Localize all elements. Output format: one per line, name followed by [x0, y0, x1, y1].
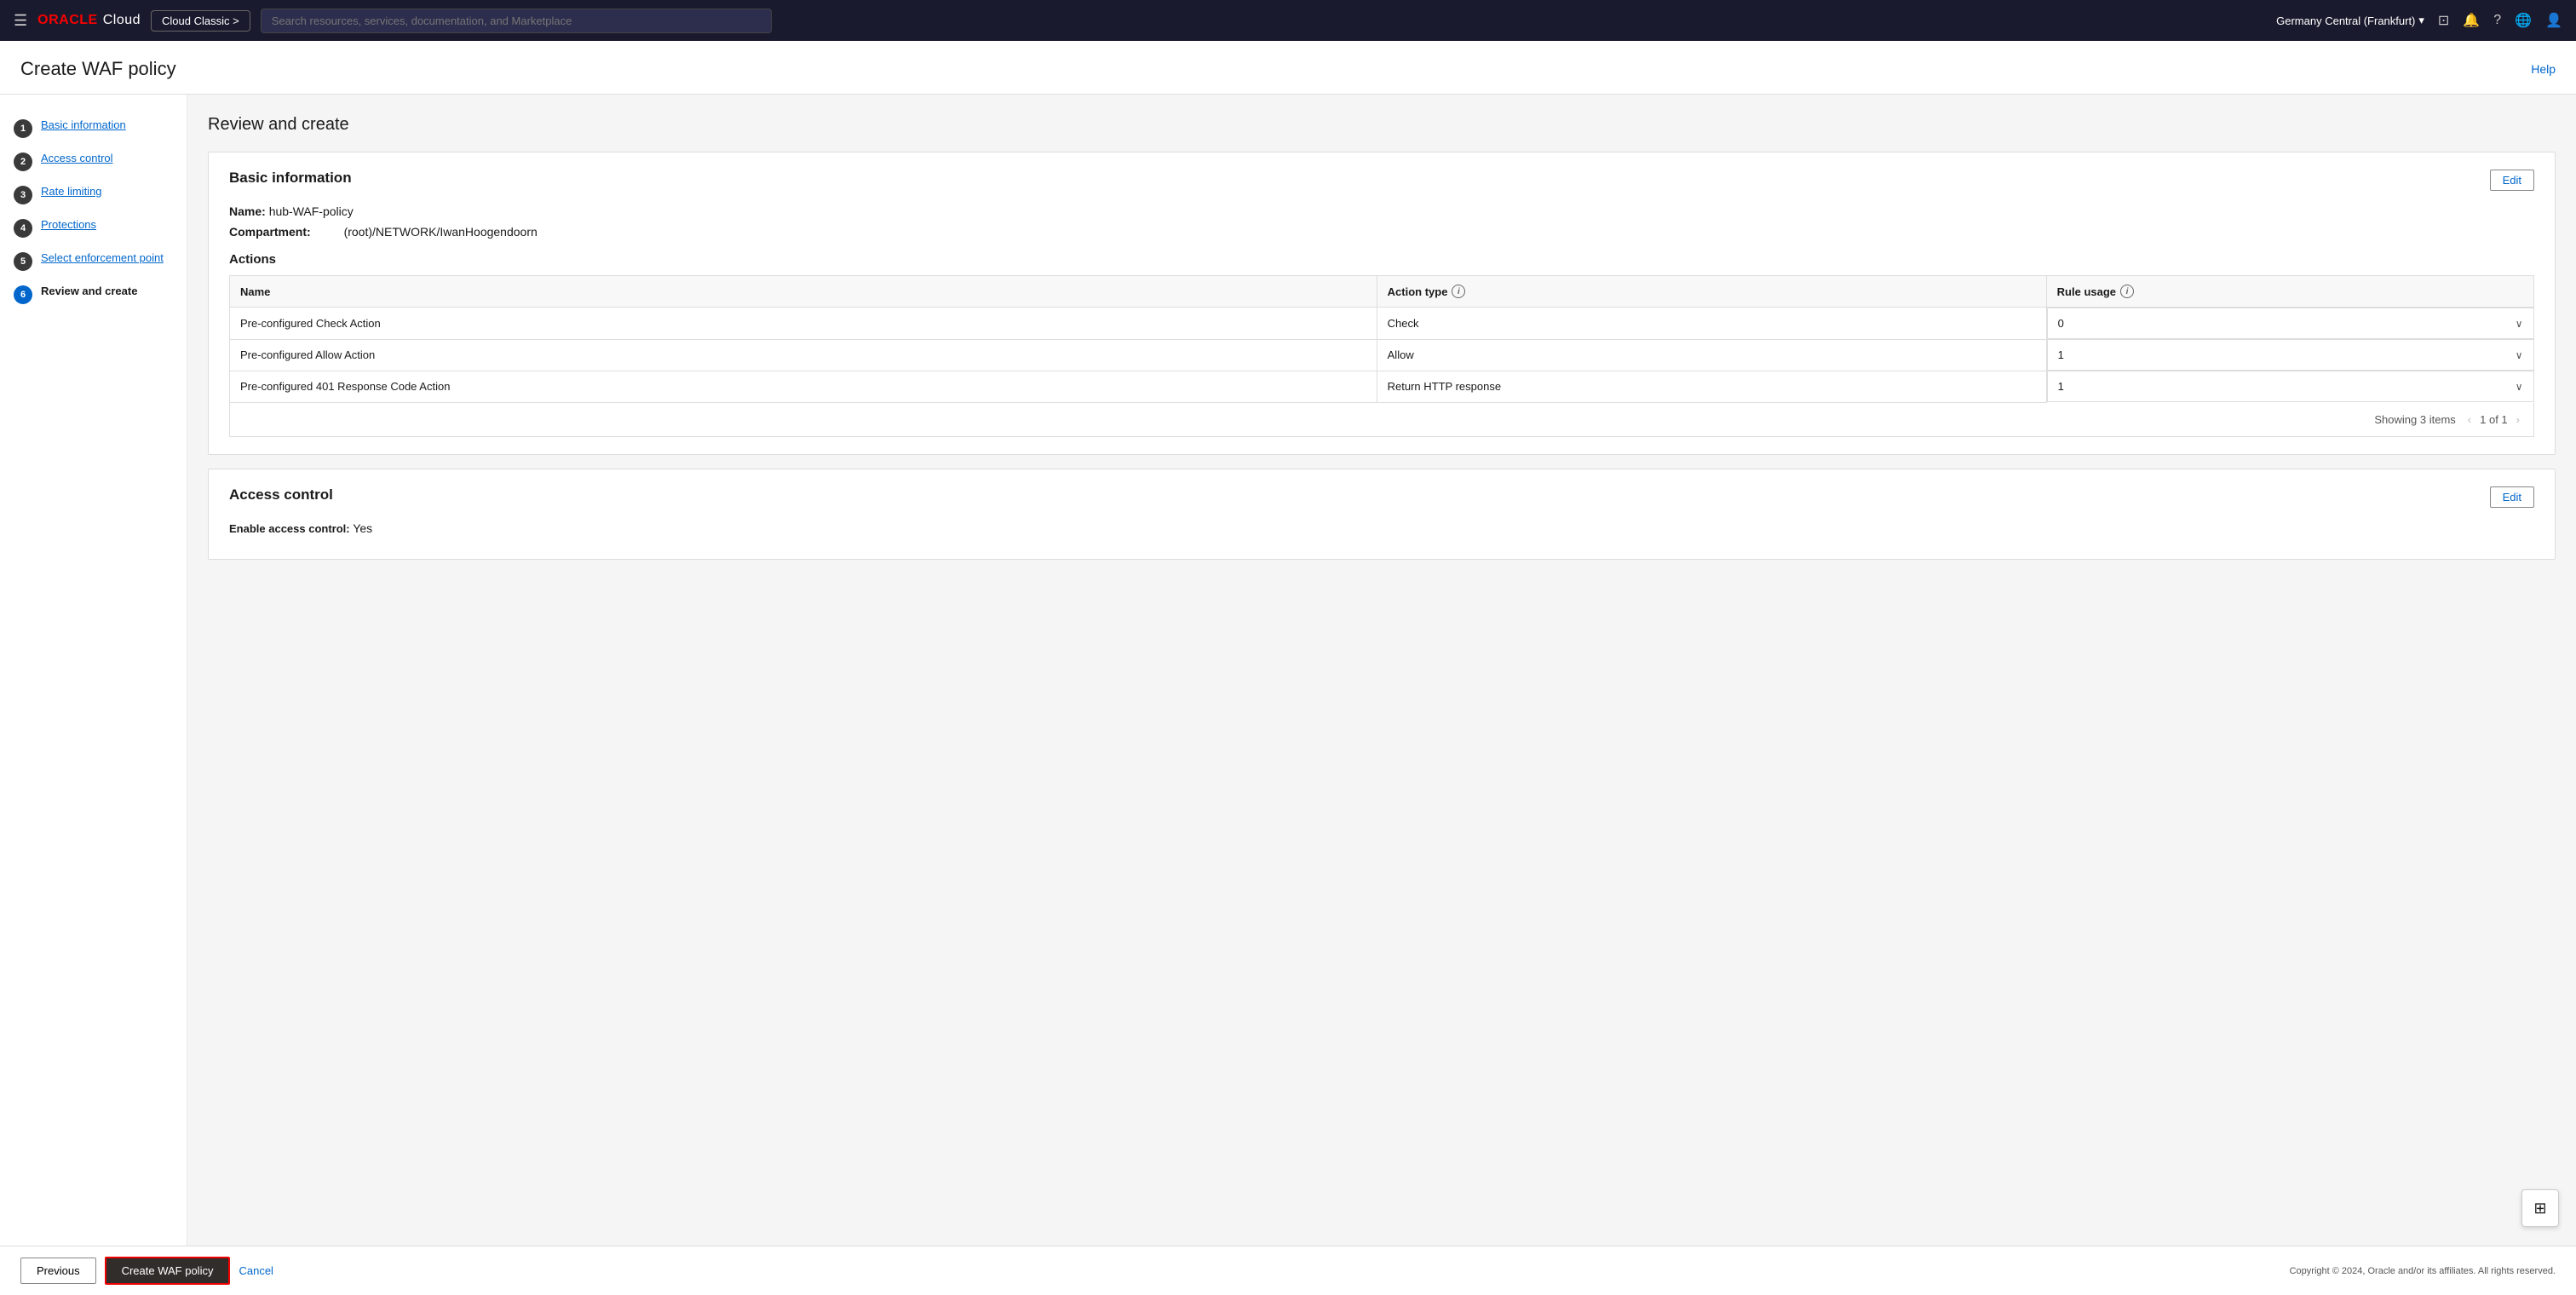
oracle-brand-text: ORACLE [37, 13, 98, 28]
row3-name: Pre-configured 401 Response Code Action [230, 371, 1377, 402]
sidebar-label-review-and-create: Review and create [41, 285, 137, 297]
step-badge-3: 3 [14, 186, 32, 204]
compartment-row: Compartment: (root)/NETWORK/IwanHoogendo… [229, 225, 2534, 239]
name-value: hub-WAF-policy [269, 204, 354, 218]
sidebar-item-review-and-create[interactable]: 6 Review and create [0, 278, 187, 311]
basic-info-edit-button[interactable]: Edit [2490, 170, 2534, 191]
copyright-text: Copyright © 2024, Oracle and/or its affi… [2290, 1266, 2556, 1276]
row3-expand-icon[interactable]: ∨ [2516, 381, 2523, 393]
profile-icon[interactable]: 👤 [2545, 12, 2562, 29]
access-control-card-title: Access control [229, 486, 333, 504]
search-input[interactable] [261, 9, 772, 33]
access-control-card-header: Access control Edit [229, 486, 2534, 508]
row2-action-type: Allow [1377, 339, 2046, 371]
step-badge-5: 5 [14, 252, 32, 271]
cloud-text: Cloud [103, 13, 141, 28]
row2-expand-icon[interactable]: ∨ [2516, 349, 2523, 361]
name-row: Name: hub-WAF-policy [229, 204, 2534, 218]
enable-access-control-label: Enable access control: [229, 522, 350, 535]
row3-rule-usage: 1 ∨ [2047, 371, 2534, 402]
showing-items-text: Showing 3 items [2374, 413, 2455, 426]
col-action-type-label: Action type [1388, 285, 1448, 298]
help-widget[interactable]: ⊞ [2521, 1189, 2559, 1227]
page-header: Create WAF policy Help [0, 41, 2576, 95]
action-type-info-icon[interactable]: i [1452, 285, 1465, 298]
language-icon[interactable]: 🌐 [2515, 12, 2532, 29]
nav-right: Germany Central (Frankfurt) ▾ ⊡ 🔔 ? 🌐 👤 [2276, 12, 2562, 29]
help-widget-icon: ⊞ [2533, 1200, 2546, 1217]
cloud-classic-button[interactable]: Cloud Classic > [151, 10, 250, 32]
sidebar-item-access-control[interactable]: 2 Access control [0, 145, 187, 178]
hamburger-menu-icon[interactable]: ☰ [14, 12, 27, 30]
sidebar-label-select-enforcement-point: Select enforcement point [41, 251, 164, 264]
actions-subtitle: Actions [229, 252, 2534, 267]
step-badge-1: 1 [14, 119, 32, 138]
next-page-icon[interactable]: › [2513, 412, 2523, 428]
bottom-bar-actions: Previous Create WAF policy Cancel [20, 1257, 273, 1285]
cancel-button[interactable]: Cancel [239, 1264, 273, 1277]
prev-page-icon[interactable]: ‹ [2464, 412, 2475, 428]
row1-action-type: Check [1377, 308, 2046, 340]
top-navigation: ☰ ORACLE Cloud Cloud Classic > Germany C… [0, 0, 2576, 41]
previous-button[interactable]: Previous [20, 1258, 96, 1284]
sidebar-item-select-enforcement-point[interactable]: 5 Select enforcement point [0, 245, 187, 278]
section-heading: Review and create [208, 115, 2556, 135]
col-header-action-type: Action type i [1377, 276, 2046, 308]
row1-expand-icon[interactable]: ∨ [2516, 318, 2523, 330]
create-waf-policy-button[interactable]: Create WAF policy [105, 1257, 231, 1285]
row1-rule-usage: 0 ∨ [2047, 308, 2534, 339]
content-area: Review and create Basic information Edit… [187, 95, 2576, 1287]
chevron-down-icon: ▾ [2418, 14, 2424, 27]
sidebar-label-access-control: Access control [41, 152, 113, 164]
sidebar-item-rate-limiting[interactable]: 3 Rate limiting [0, 178, 187, 211]
bottom-bar: Previous Create WAF policy Cancel Copyri… [0, 1246, 2576, 1295]
basic-info-card-title: Basic information [229, 170, 352, 187]
sidebar-label-basic-information: Basic information [41, 118, 126, 131]
enable-access-control-row: Enable access control: Yes [229, 521, 2534, 535]
table-footer: Showing 3 items ‹ 1 of 1 › [229, 403, 2534, 437]
sidebar-label-protections: Protections [41, 218, 96, 231]
sidebar-item-basic-information[interactable]: 1 Basic information [0, 112, 187, 145]
access-control-card: Access control Edit Enable access contro… [208, 469, 2556, 560]
row2-name: Pre-configured Allow Action [230, 339, 1377, 371]
basic-information-card: Basic information Edit Name: hub-WAF-pol… [208, 152, 2556, 455]
compartment-label: Compartment: [229, 225, 311, 239]
table-row: Pre-configured Allow Action Allow 1 ∨ [230, 339, 2534, 371]
col-header-name: Name [230, 276, 1377, 308]
region-text: Germany Central (Frankfurt) [2276, 14, 2415, 27]
col-rule-usage-label: Rule usage [2057, 285, 2116, 298]
page-title: Create WAF policy [20, 58, 176, 80]
step-badge-6: 6 [14, 285, 32, 304]
row2-rule-usage: 1 ∨ [2047, 339, 2534, 371]
oracle-logo: ORACLE Cloud [37, 13, 141, 28]
notification-icon[interactable]: 🔔 [2463, 12, 2480, 29]
region-selector[interactable]: Germany Central (Frankfurt) ▾ [2276, 14, 2424, 27]
table-row: Pre-configured 401 Response Code Action … [230, 371, 2534, 402]
console-icon[interactable]: ⊡ [2438, 12, 2449, 29]
col-header-rule-usage: Rule usage i [2046, 276, 2533, 308]
sidebar: 1 Basic information 2 Access control 3 R… [0, 95, 187, 1287]
main-content: 1 Basic information 2 Access control 3 R… [0, 95, 2576, 1287]
pagination: ‹ 1 of 1 › [2464, 412, 2523, 428]
name-label: Name: [229, 204, 266, 218]
row3-action-type: Return HTTP response [1377, 371, 2046, 402]
step-badge-2: 2 [14, 153, 32, 171]
table-row: Pre-configured Check Action Check 0 ∨ [230, 308, 2534, 340]
enable-access-control-value: Yes [353, 521, 372, 535]
compartment-value: (root)/NETWORK/IwanHoogendoorn [314, 225, 538, 239]
col-name-label: Name [240, 285, 270, 298]
actions-table: Name Action type i Rule usage [229, 275, 2534, 403]
help-icon[interactable]: ? [2493, 13, 2501, 28]
sidebar-label-rate-limiting: Rate limiting [41, 185, 102, 198]
basic-info-card-header: Basic information Edit [229, 170, 2534, 191]
sidebar-item-protections[interactable]: 4 Protections [0, 211, 187, 245]
page-indicator: 1 of 1 [2480, 413, 2508, 426]
access-control-edit-button[interactable]: Edit [2490, 486, 2534, 508]
rule-usage-info-icon[interactable]: i [2120, 285, 2134, 298]
step-badge-4: 4 [14, 219, 32, 238]
help-link[interactable]: Help [2531, 62, 2556, 76]
row1-name: Pre-configured Check Action [230, 308, 1377, 340]
